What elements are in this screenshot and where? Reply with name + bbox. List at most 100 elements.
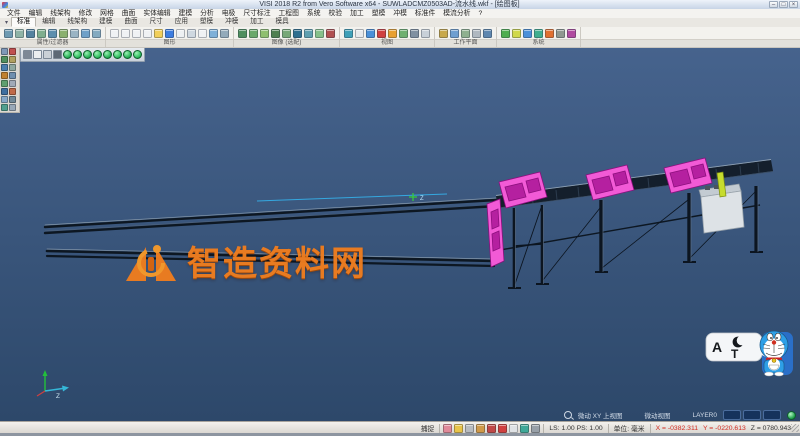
tool-icon[interactable] <box>9 96 16 103</box>
layer-swatch-button[interactable] <box>743 410 761 420</box>
tool-icon[interactable] <box>1 56 8 63</box>
menu-item[interactable]: 系统 <box>303 9 325 18</box>
ribbon-icon[interactable] <box>249 29 258 38</box>
ribbon-tab[interactable]: 建模 <box>93 17 118 27</box>
ribbon-tab[interactable]: 曲面 <box>118 17 143 27</box>
view-orientation-icon[interactable] <box>123 50 132 59</box>
ribbon-icon[interactable] <box>344 29 353 38</box>
ribbon-icon[interactable] <box>209 29 218 38</box>
ribbon-icon[interactable] <box>92 29 101 38</box>
tool-icon[interactable] <box>1 96 8 103</box>
ribbon-icon[interactable] <box>556 29 565 38</box>
view-mode-indicator[interactable]: 微动 XY 上视图 <box>578 410 623 420</box>
close-button[interactable]: × <box>789 1 798 8</box>
snap-toggle-icon[interactable] <box>443 424 452 433</box>
ribbon-icon[interactable] <box>26 29 35 38</box>
ribbon-icon[interactable] <box>293 29 302 38</box>
ribbon-tab[interactable]: 冲模 <box>219 17 244 27</box>
ribbon-icon[interactable] <box>165 29 174 38</box>
ribbon-tab[interactable]: 线架构 <box>61 17 93 27</box>
ribbon-icon[interactable] <box>450 29 459 38</box>
ribbon-icon[interactable] <box>37 29 46 38</box>
ribbon-icon[interactable] <box>523 29 532 38</box>
tool-icon[interactable] <box>9 104 16 111</box>
ribbon-icon[interactable] <box>461 29 470 38</box>
model-canvas[interactable] <box>0 47 800 421</box>
ribbon-icon[interactable] <box>439 29 448 38</box>
ribbon-icon[interactable] <box>176 29 185 38</box>
ribbon-tab[interactable]: 标准 <box>11 17 36 27</box>
layer-swatch-button[interactable] <box>723 410 741 420</box>
ribbon-icon[interactable] <box>377 29 386 38</box>
tool-icon[interactable] <box>9 80 16 87</box>
ribbon-icon[interactable] <box>534 29 543 38</box>
ribbon-icon[interactable] <box>472 29 481 38</box>
tool-icon[interactable] <box>9 48 16 55</box>
ribbon-icon[interactable] <box>501 29 510 38</box>
menu-item[interactable]: ? <box>474 9 486 18</box>
ribbon-icon[interactable] <box>154 29 163 38</box>
ribbon-tab[interactable]: 加工 <box>244 17 269 27</box>
maximize-button[interactable]: □ <box>779 1 788 8</box>
snap-toggle-icon[interactable] <box>498 424 507 433</box>
snap-toggle-icon[interactable] <box>454 424 463 433</box>
menu-item[interactable]: 塑模 <box>368 9 390 18</box>
ribbon-icon[interactable] <box>355 29 364 38</box>
snap-toggle-icon[interactable] <box>465 424 474 433</box>
tool-icon[interactable] <box>1 72 8 79</box>
ribbon-icon[interactable] <box>198 29 207 38</box>
tool-icon[interactable] <box>1 88 8 95</box>
ribbon-icon[interactable] <box>121 29 130 38</box>
ribbon-icon[interactable] <box>59 29 68 38</box>
view-orientation-icon[interactable] <box>103 50 112 59</box>
menu-item[interactable]: 标准件 <box>411 9 439 18</box>
ribbon-icon[interactable] <box>388 29 397 38</box>
ribbon-icon[interactable] <box>15 29 24 38</box>
view-tool-button[interactable] <box>43 50 52 59</box>
tool-icon[interactable] <box>9 56 16 63</box>
ribbon-tab[interactable]: 塑模 <box>194 17 219 27</box>
ribbon-icon[interactable] <box>143 29 152 38</box>
ribbon-icon[interactable] <box>110 29 119 38</box>
ribbon-icon[interactable] <box>366 29 375 38</box>
tool-icon[interactable] <box>1 64 8 71</box>
ribbon-tab[interactable]: 尺寸 <box>144 17 169 27</box>
snap-toggle-icon[interactable] <box>520 424 529 433</box>
ribbon-tab[interactable]: 编辑 <box>36 17 61 27</box>
view-orientation-icon[interactable] <box>93 50 102 59</box>
view-tool-button[interactable] <box>53 50 62 59</box>
chevron-down-icon[interactable]: ▾ <box>2 19 11 27</box>
view-tool-button[interactable] <box>23 50 32 59</box>
tool-icon[interactable] <box>1 80 8 87</box>
ribbon-icon[interactable] <box>304 29 313 38</box>
snap-toggle-icon[interactable] <box>531 424 540 433</box>
ribbon-icon[interactable] <box>260 29 269 38</box>
view-orientation-icon[interactable] <box>63 50 72 59</box>
menu-item[interactable]: 模流分析 <box>439 9 474 18</box>
ribbon-icon[interactable] <box>187 29 196 38</box>
view-orientation-icon[interactable] <box>113 50 122 59</box>
menu-item[interactable]: 加工 <box>346 9 368 18</box>
ribbon-icon[interactable] <box>271 29 280 38</box>
ribbon-icon[interactable] <box>70 29 79 38</box>
ribbon-icon[interactable] <box>512 29 521 38</box>
ribbon-icon[interactable] <box>220 29 229 38</box>
menu-item[interactable]: 校验 <box>325 9 347 18</box>
ribbon-icon[interactable] <box>48 29 57 38</box>
minimize-button[interactable]: – <box>769 1 778 8</box>
ribbon-icon[interactable] <box>421 29 430 38</box>
ribbon-icon[interactable] <box>399 29 408 38</box>
snap-toggle-icon[interactable] <box>487 424 496 433</box>
tool-icon[interactable] <box>1 104 8 111</box>
nudge-view-indicator[interactable]: 微动视图 <box>645 410 671 420</box>
ribbon-icon[interactable] <box>483 29 492 38</box>
ribbon-icon[interactable] <box>326 29 335 38</box>
tool-icon[interactable] <box>1 48 8 55</box>
view-orientation-icon[interactable] <box>73 50 82 59</box>
view-orientation-icon[interactable] <box>83 50 92 59</box>
ribbon-icon[interactable] <box>545 29 554 38</box>
tool-icon[interactable] <box>9 72 16 79</box>
view-orientation-icon[interactable] <box>133 50 142 59</box>
ribbon-tab[interactable]: 应用 <box>169 17 194 27</box>
layer-indicator[interactable]: LAYER0 <box>693 412 717 419</box>
